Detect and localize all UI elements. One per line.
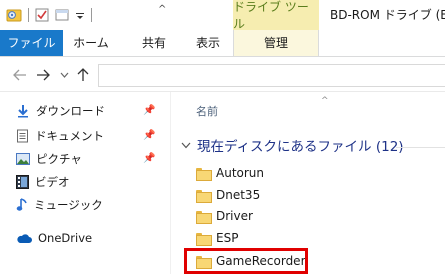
navigation-pane: ダウンロード 📌 ドキュメント 📌 ピクチャ 📌 ビデオ ミュージック OneD…	[0, 92, 170, 274]
navpane-item-videos[interactable]: ビデオ	[16, 171, 70, 193]
navigation-bar	[0, 58, 445, 92]
music-icon	[16, 198, 27, 211]
navpane-item-label: ピクチャ	[36, 152, 82, 166]
up-button[interactable]	[73, 64, 93, 86]
pin-icon[interactable]: 📌	[143, 153, 155, 164]
navpane-item-pictures[interactable]: ピクチャ	[16, 148, 82, 170]
drive-tools-context-label: ドライブ ツール	[233, 0, 319, 31]
navpane-item-label: ミュージック	[34, 198, 103, 212]
back-arrow-icon	[13, 69, 26, 81]
toolbar-separator	[28, 8, 29, 22]
chevron-down-icon	[181, 142, 191, 148]
tab-file[interactable]: ファイル	[0, 30, 63, 56]
file-name: Driver	[216, 209, 253, 223]
file-item-driver[interactable]: Driver	[196, 206, 253, 226]
new-folder-icon[interactable]	[55, 8, 69, 22]
picture-icon	[16, 153, 30, 165]
navpane-item-onedrive[interactable]: OneDrive	[16, 227, 92, 249]
properties-check-icon[interactable]	[35, 8, 49, 22]
navpane-item-downloads[interactable]: ダウンロード	[16, 100, 105, 122]
sort-ascending-icon: ^	[321, 96, 329, 106]
folder-icon	[196, 189, 212, 203]
address-bar[interactable]	[98, 64, 445, 87]
navpane-item-documents[interactable]: ドキュメント	[16, 125, 104, 147]
up-arrow-icon	[77, 68, 89, 81]
navpane-item-label: ダウンロード	[36, 104, 105, 118]
title-bar: ドライブ ツール BD-ROM ドライブ (E:	[0, 0, 445, 31]
group-header-label: 現在ディスクにあるファイル (12)	[197, 139, 404, 155]
back-button[interactable]	[10, 64, 30, 86]
folder-icon	[196, 210, 212, 224]
folder-icon	[196, 167, 212, 181]
group-header[interactable]: 現在ディスクにあるファイル (12)	[181, 135, 404, 155]
folder-icon	[196, 232, 212, 246]
tab-home[interactable]: ホーム	[70, 30, 112, 56]
highlight-box	[184, 248, 308, 274]
document-icon	[17, 129, 28, 143]
customize-toolbar-dropdown-icon[interactable]	[75, 8, 85, 22]
forward-arrow-icon	[37, 69, 50, 81]
navpane-item-label: ドキュメント	[35, 129, 104, 143]
toolbar-separator	[91, 8, 92, 22]
pin-icon[interactable]: 📌	[143, 130, 155, 141]
video-icon	[16, 175, 29, 189]
column-header-name[interactable]: 名前	[196, 103, 218, 119]
window-title: BD-ROM ドライブ (E:	[330, 8, 445, 22]
file-name: ESP	[216, 231, 239, 245]
file-item-esp[interactable]: ESP	[196, 228, 238, 248]
ribbon-tab-strip: ファイル ホーム 共有 表示 管理	[0, 30, 445, 57]
tab-manage[interactable]: 管理	[233, 30, 319, 56]
file-name: Autorun	[216, 166, 265, 180]
download-icon	[18, 105, 28, 118]
tab-view[interactable]: 表示	[187, 30, 229, 56]
forward-button[interactable]	[33, 64, 53, 86]
onedrive-cloud-icon	[17, 233, 32, 243]
explorer-app-icon[interactable]	[6, 7, 22, 23]
tab-share[interactable]: 共有	[133, 30, 175, 56]
pin-icon[interactable]: 📌	[143, 105, 155, 116]
file-list: ^ 名前 現在ディスクにあるファイル (12) Autorun Dnet35 D…	[171, 92, 445, 274]
file-item-dnet35[interactable]: Dnet35	[196, 185, 260, 205]
chevron-down-icon	[60, 72, 68, 78]
chevron-up-icon[interactable]: ^	[158, 4, 166, 15]
navpane-item-label: OneDrive	[38, 231, 93, 245]
quick-access-toolbar	[6, 6, 92, 24]
recent-locations-button[interactable]	[54, 64, 74, 86]
file-name: Dnet35	[216, 188, 261, 202]
file-item-autorun[interactable]: Autorun	[196, 163, 264, 183]
navpane-item-label: ビデオ	[35, 175, 70, 189]
navpane-item-music[interactable]: ミュージック	[16, 194, 103, 216]
group-divider-line	[396, 147, 445, 148]
